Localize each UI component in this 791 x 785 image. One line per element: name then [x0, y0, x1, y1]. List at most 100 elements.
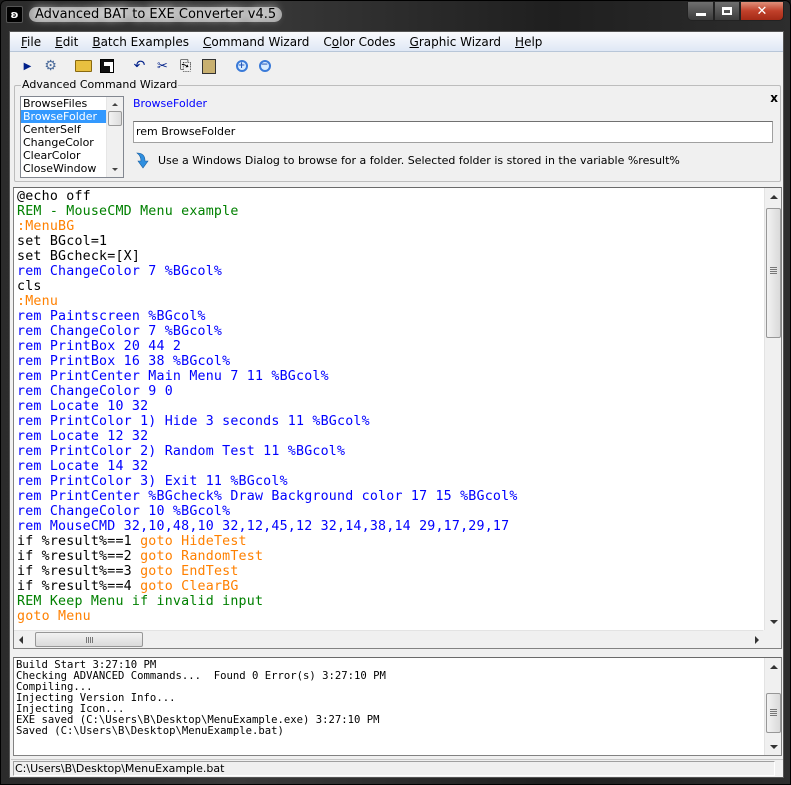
selected-command-name: BrowseFolder	[133, 97, 208, 110]
code-line[interactable]: set BGcheck=[X]	[17, 249, 762, 264]
code-line[interactable]: if %result%==3 goto EndTest	[17, 564, 762, 579]
scissors-icon: ✂	[157, 58, 168, 74]
code-line[interactable]: :Menu	[17, 294, 762, 309]
editor-hscroll-thumb[interactable]	[35, 632, 143, 647]
code-line[interactable]: if %result%==2 goto RandomTest	[17, 549, 762, 564]
code-line[interactable]: rem PrintBox 16 38 %BGcol%	[17, 354, 762, 369]
run-button[interactable]: ▶	[16, 55, 39, 77]
command-input[interactable]: rem BrowseFolder	[133, 121, 773, 143]
code-line[interactable]: rem PrintBox 20 44 2	[17, 339, 762, 354]
code-token: rem ChangeColor 10 %BGcol%	[17, 504, 231, 519]
code-line[interactable]: rem PrintCenter %BGcheck% Draw Backgroun…	[17, 489, 762, 504]
code-line[interactable]: cls	[17, 279, 762, 294]
code-line[interactable]: rem ChangeColor 10 %BGcol%	[17, 504, 762, 519]
scroll-down-button[interactable]	[765, 613, 782, 630]
code-line[interactable]: goto Menu	[17, 609, 762, 624]
save-button[interactable]	[95, 55, 118, 77]
editor-vscroll-thumb[interactable]	[766, 208, 781, 338]
menu-help[interactable]: Help	[508, 35, 549, 49]
menu-command-wizard[interactable]: Command Wizard	[196, 35, 316, 49]
code-line[interactable]: rem Locate 12 32	[17, 429, 762, 444]
caption-buttons: ✕	[687, 1, 784, 21]
wizard-close-button[interactable]: x	[770, 91, 778, 105]
title-bar[interactable]: ʚ Advanced BAT to EXE Converter v4.5 ✕	[1, 1, 790, 31]
editor-vertical-scrollbar[interactable]	[764, 188, 781, 630]
zoom-out-button[interactable]: −	[253, 55, 276, 77]
copy-button[interactable]: ⎘	[174, 55, 197, 77]
editor-horizontal-scrollbar[interactable]	[14, 630, 764, 648]
maximize-icon	[722, 7, 732, 15]
command-list-item[interactable]: BrowseFiles	[21, 97, 107, 110]
code-line[interactable]: rem PrintColor 1) Hide 3 seconds 11 %BGc…	[17, 414, 762, 429]
scroll-up-button[interactable]	[765, 188, 782, 205]
code-token: set BGcheck=[X]	[17, 249, 141, 264]
command-list-item[interactable]: CloseWindow	[21, 162, 107, 175]
grip-icon	[770, 709, 777, 717]
code-line[interactable]: rem MouseCMD 32,10,48,10 32,12,45,12 32,…	[17, 519, 762, 534]
code-line[interactable]: :MenuBG	[17, 219, 762, 234]
code-line[interactable]: @echo off	[17, 189, 762, 204]
output-vertical-scrollbar[interactable]	[764, 658, 781, 755]
command-list-item[interactable]: BrowseFolder	[21, 110, 107, 123]
command-list-item[interactable]: ClearColor	[21, 149, 107, 162]
code-line[interactable]: rem Locate 10 32	[17, 399, 762, 414]
paste-button[interactable]	[197, 55, 220, 77]
code-text[interactable]: @echo off REM - MouseCMD Menu example:Men…	[17, 189, 762, 629]
scroll-up-icon[interactable]	[112, 103, 118, 106]
cut-button[interactable]: ✂	[151, 55, 174, 77]
code-line[interactable]: rem Paintscreen %BGcol%	[17, 309, 762, 324]
menu-batch-examples[interactable]: Batch Examples	[85, 35, 196, 49]
code-line[interactable]: REM - MouseCMD Menu example	[17, 204, 762, 219]
open-button[interactable]	[72, 55, 95, 77]
code-line[interactable]: rem PrintColor 2) Random Test 11 %BGcol%	[17, 444, 762, 459]
open-folder-icon	[75, 60, 92, 72]
code-line[interactable]: rem ChangeColor 7 %BGcol%	[17, 264, 762, 279]
scroll-down-button[interactable]	[765, 738, 782, 755]
arrow-right-icon[interactable]	[755, 636, 759, 644]
code-token: rem PrintColor 2) Random Test 11 %BGcol%	[17, 444, 346, 459]
code-token: rem PrintColor 3) Exit 11 %BGcol%	[17, 474, 288, 489]
output-vscroll-thumb[interactable]	[766, 693, 781, 733]
minimize-button[interactable]	[687, 1, 714, 21]
code-line[interactable]: rem PrintCenter Main Menu 7 11 %BGcol%	[17, 369, 762, 384]
bat-converter-logo-icon[interactable]: ʚ	[6, 6, 23, 23]
command-list[interactable]: BrowseFiles BrowseFolder CenterSelf ChangeC…	[20, 96, 124, 178]
code-token: rem ChangeColor 7 %BGcol%	[17, 264, 223, 279]
code-line[interactable]: if %result%==1 goto HideTest	[17, 534, 762, 549]
code-token: rem PrintBox 16 38 %BGcol%	[17, 354, 231, 369]
code-line[interactable]: set BGcol=1	[17, 234, 762, 249]
maximize-button[interactable]	[714, 1, 740, 21]
menu-file[interactable]: File	[14, 35, 48, 49]
command-list-scrollbar[interactable]	[106, 97, 123, 177]
zoom-in-icon: +	[235, 60, 248, 72]
menu-color-codes[interactable]: Color Codes	[316, 35, 402, 49]
code-line[interactable]: rem PrintColor 3) Exit 11 %BGcol%	[17, 474, 762, 489]
toolbar: ▶ ⚙ ↶ ✂ ⎘ + −	[16, 54, 276, 78]
command-list-item[interactable]: CenterSelf	[21, 123, 107, 136]
code-token: goto HideTest	[140, 534, 247, 549]
scroll-up-button[interactable]	[765, 658, 782, 675]
command-list-item[interactable]: ChangeColor	[21, 136, 107, 149]
output-line: Injecting Version Info...	[16, 692, 176, 704]
scroll-down-icon[interactable]	[112, 168, 118, 171]
undo-button[interactable]: ↶	[128, 55, 151, 77]
code-token: set BGcol=1	[17, 234, 108, 249]
menu-graphic-wizard[interactable]: Graphic Wizard	[403, 35, 509, 49]
menu-edit[interactable]: Edit	[48, 35, 85, 49]
insert-arrow-icon[interactable]	[135, 151, 151, 169]
arrow-left-icon[interactable]	[19, 636, 23, 644]
grip-icon	[86, 637, 94, 643]
copy-icon: ⎘	[179, 58, 192, 74]
code-line[interactable]: if %result%==4 goto ClearBG	[17, 579, 762, 594]
code-line[interactable]: rem ChangeColor 7 %BGcol%	[17, 324, 762, 339]
build-output[interactable]: Build Start 3:27:10 PM Checking ADVANCED …	[13, 657, 782, 756]
code-line[interactable]: REM Keep Menu if invalid input	[17, 594, 762, 609]
close-button[interactable]: ✕	[740, 1, 784, 21]
code-line[interactable]: rem Locate 14 32	[17, 459, 762, 474]
zoom-in-button[interactable]: +	[230, 55, 253, 77]
code-line[interactable]: rem ChangeColor 9 0	[17, 384, 762, 399]
arrow-up-icon	[770, 195, 778, 199]
code-editor[interactable]: @echo off REM - MouseCMD Menu example:Men…	[13, 187, 782, 649]
build-exe-button[interactable]: ⚙	[39, 55, 62, 77]
scroll-thumb[interactable]	[108, 111, 122, 126]
